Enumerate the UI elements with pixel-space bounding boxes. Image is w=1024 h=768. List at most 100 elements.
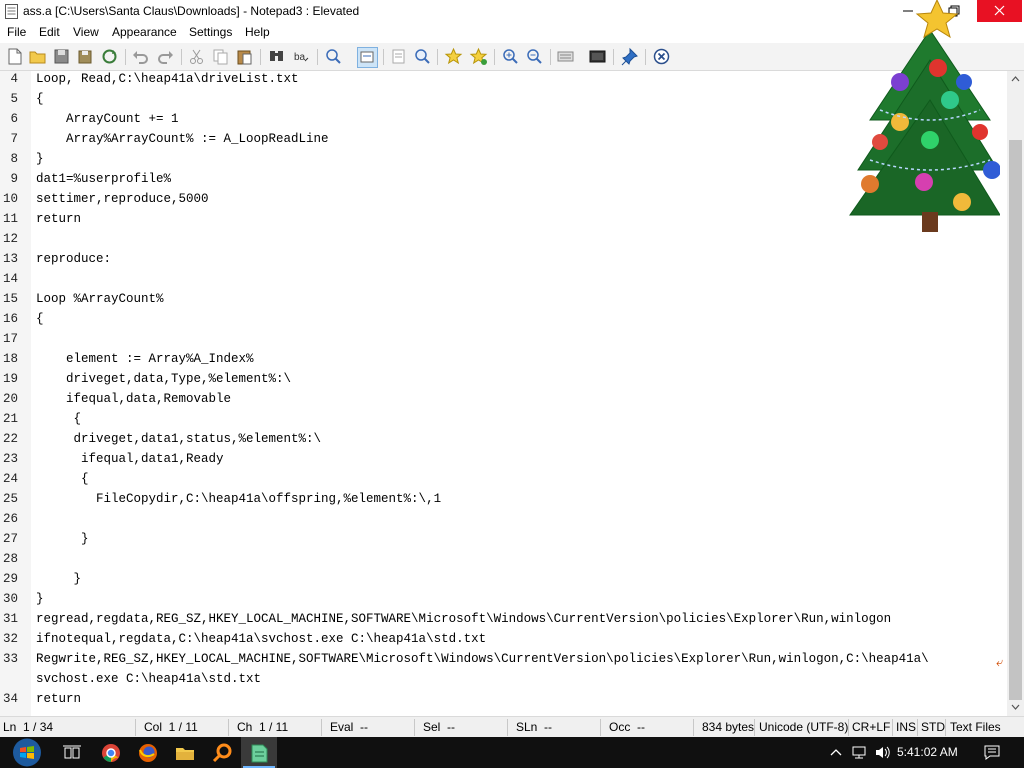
volume-icon[interactable]: [874, 744, 892, 761]
scroll-up-arrow-icon[interactable]: [1008, 72, 1023, 86]
copy-icon[interactable]: [211, 47, 230, 66]
status-separator: [507, 719, 508, 736]
status-insert-mode[interactable]: INS: [896, 720, 916, 734]
code-line[interactable]: ArrayCount += 1: [36, 112, 179, 126]
status-lexer[interactable]: Text Files: [950, 720, 1001, 734]
status-eval[interactable]: Eval --: [330, 720, 368, 734]
code-line[interactable]: }: [36, 592, 44, 606]
view-whitespace-icon[interactable]: [389, 47, 408, 66]
scroll-down-arrow-icon[interactable]: [1008, 700, 1023, 714]
customize-icon[interactable]: [588, 47, 607, 66]
favorites-icon[interactable]: [444, 47, 463, 66]
code-line[interactable]: FileCopydir,C:\heap41a\offspring,%elemen…: [36, 492, 441, 506]
cut-icon[interactable]: [187, 47, 206, 66]
code-line[interactable]: }: [36, 152, 44, 166]
status-separator: [754, 719, 755, 736]
menu-appearance[interactable]: Appearance: [112, 25, 177, 39]
line-number: 19: [2, 372, 18, 386]
code-line[interactable]: svchost.exe C:\heap41a\std.txt: [36, 672, 261, 686]
menu-view[interactable]: View: [73, 25, 99, 39]
zoom-out-icon[interactable]: [525, 47, 544, 66]
network-icon[interactable]: [851, 744, 869, 761]
firefox-icon[interactable]: [134, 740, 162, 766]
chevron-up-icon[interactable]: [829, 744, 843, 761]
notepad3-icon[interactable]: [245, 740, 273, 766]
status-separator: [600, 719, 601, 736]
code-line[interactable]: Array%ArrayCount% := A_LoopReadLine: [36, 132, 329, 146]
open-file-icon[interactable]: [28, 47, 47, 66]
status-std[interactable]: STD: [921, 720, 945, 734]
toolbar-separator: [645, 49, 646, 65]
code-line[interactable]: driveget,data,Type,%element%:\: [36, 372, 291, 386]
code-line[interactable]: dat1=%userprofile%: [36, 172, 171, 186]
window-title: ass.a [C:\Users\Santa Claus\Downloads] -…: [23, 4, 360, 18]
code-line[interactable]: regread,regdata,REG_SZ,HKEY_LOCAL_MACHIN…: [36, 612, 891, 626]
task-view-icon[interactable]: [58, 740, 86, 766]
menu-edit[interactable]: Edit: [39, 25, 60, 39]
search-app-icon[interactable]: [208, 740, 236, 766]
code-line[interactable]: {: [36, 92, 44, 106]
menu-help[interactable]: Help: [245, 25, 270, 39]
toolbar-separator: [317, 49, 318, 65]
status-char[interactable]: Ch 1 / 11: [237, 720, 288, 734]
code-line[interactable]: Regwrite,REG_SZ,HKEY_LOCAL_MACHINE,SOFTW…: [36, 652, 929, 666]
menu-settings[interactable]: Settings: [189, 25, 232, 39]
add-favorite-icon[interactable]: [469, 47, 488, 66]
notification-center-icon[interactable]: [983, 744, 1001, 761]
line-number: 31: [2, 612, 18, 626]
save-as-icon[interactable]: [76, 47, 95, 66]
code-line[interactable]: driveget,data1,status,%element%:\: [36, 432, 322, 446]
status-sel-lines[interactable]: SLn --: [516, 720, 552, 734]
menu-file[interactable]: File: [7, 25, 26, 39]
always-on-top-icon[interactable]: [620, 47, 639, 66]
line-number: 24: [2, 472, 18, 486]
replace-icon[interactable]: ba: [292, 47, 311, 66]
code-line[interactable]: element := Array%A_Index%: [36, 352, 254, 366]
code-line[interactable]: {: [36, 472, 89, 486]
code-line[interactable]: ifequal,data1,Ready: [36, 452, 224, 466]
goto-icon[interactable]: [324, 47, 343, 66]
status-column[interactable]: Col 1 / 11: [144, 720, 198, 734]
code-line[interactable]: }: [36, 572, 82, 586]
code-line[interactable]: {: [36, 412, 82, 426]
line-number: 6: [10, 112, 18, 126]
code-line[interactable]: Loop, Read,C:\heap41a\driveList.txt: [36, 72, 299, 86]
status-line[interactable]: Ln 1 / 34: [3, 720, 53, 734]
start-orb-icon[interactable]: [8, 737, 46, 768]
find-icon[interactable]: [267, 47, 286, 66]
code-line[interactable]: ifequal,data,Removable: [36, 392, 231, 406]
redo-icon[interactable]: [156, 47, 175, 66]
code-line[interactable]: Loop %ArrayCount%: [36, 292, 164, 306]
undo-icon[interactable]: [131, 47, 150, 66]
status-occurrences[interactable]: Occ --: [609, 720, 645, 734]
code-line[interactable]: ifnotequal,regdata,C:\heap41a\svchost.ex…: [36, 632, 486, 646]
taskbar-clock[interactable]: 5:41:02 AM: [897, 745, 958, 759]
line-number: 12: [2, 232, 18, 246]
code-line[interactable]: {: [36, 312, 44, 326]
code-line[interactable]: return: [36, 692, 81, 706]
schemes-icon[interactable]: [556, 47, 575, 66]
paste-icon[interactable]: [235, 47, 254, 66]
line-number: 13: [2, 252, 18, 266]
line-number: 11: [2, 212, 18, 226]
code-line[interactable]: return: [36, 212, 81, 226]
chrome-icon[interactable]: [97, 740, 125, 766]
save-icon[interactable]: [52, 47, 71, 66]
toolbar-separator: [181, 49, 182, 65]
status-selection[interactable]: Sel --: [423, 720, 455, 734]
code-line[interactable]: }: [36, 532, 89, 546]
zoom-in-icon[interactable]: [501, 47, 520, 66]
word-wrap-icon[interactable]: [357, 47, 378, 68]
scrollbar-thumb[interactable]: [1009, 140, 1022, 700]
exit-icon[interactable]: [652, 47, 671, 66]
status-eol[interactable]: CR+LF: [852, 720, 890, 734]
code-line[interactable]: settimer,reproduce,5000: [36, 192, 209, 206]
new-file-icon[interactable]: [5, 47, 24, 66]
code-line[interactable]: reproduce:: [36, 252, 111, 266]
reload-icon[interactable]: [100, 47, 119, 66]
status-encoding[interactable]: Unicode (UTF-8): [759, 720, 848, 734]
file-explorer-icon[interactable]: [171, 740, 199, 766]
zoom-view-icon[interactable]: [413, 47, 432, 66]
line-number: 10: [2, 192, 18, 206]
status-separator: [693, 719, 694, 736]
